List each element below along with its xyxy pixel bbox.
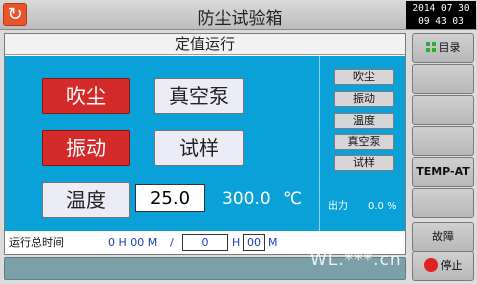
indicator-temperature: 温度 <box>334 113 394 129</box>
panel-title: 定值运行 <box>5 34 405 55</box>
runtime-label: 运行总时间 <box>9 236 64 249</box>
runtime-hours-unit: H <box>232 236 241 249</box>
temperature-button[interactable]: 温度 <box>42 182 130 218</box>
indicator-vibration: 振动 <box>334 91 394 107</box>
menu-button-label: 目录 <box>438 41 461 54</box>
refresh-icon: ↻ <box>7 4 23 25</box>
clock-date: 2014 07 30 <box>412 3 470 14</box>
side-button-blank-3[interactable] <box>412 126 474 156</box>
output-label: 出力 <box>328 201 348 212</box>
fault-button[interactable]: 故障 <box>412 222 474 252</box>
vacuum-pump-button[interactable]: 真空泵 <box>154 78 244 114</box>
menu-button[interactable]: 目录 <box>412 33 474 63</box>
temperature-current-value: 300.0 <box>222 189 271 209</box>
side-button-blank-1[interactable] <box>412 64 474 94</box>
runtime-hours-input[interactable]: 0 <box>182 234 228 251</box>
indicator-vacuum: 真空泵 <box>334 134 394 150</box>
clock: 2014 07 30 09 43 03 <box>406 1 476 29</box>
dust-blow-button[interactable]: 吹尘 <box>42 78 130 114</box>
output-value: 0.0 % <box>368 201 397 212</box>
side-button-blank-4[interactable] <box>412 188 474 218</box>
temp-at-button[interactable]: TEMP-AT <box>412 157 474 187</box>
stop-button[interactable]: 停止 <box>412 251 474 281</box>
indicator-sample: 试样 <box>334 155 394 171</box>
runtime-minutes-input[interactable]: 00 <box>243 234 265 251</box>
app-title: 防尘试验箱 <box>197 9 283 29</box>
divider <box>319 56 320 231</box>
watermark: WL.***.cn <box>310 250 402 270</box>
temperature-unit: ℃ <box>283 189 303 209</box>
side-button-blank-2[interactable] <box>412 95 474 125</box>
sample-button[interactable]: 试样 <box>154 130 244 166</box>
stop-button-label: 停止 <box>440 259 463 272</box>
runtime-elapsed: 0 H 00 M <box>108 236 158 249</box>
vibration-button[interactable]: 振动 <box>42 130 130 166</box>
stop-icon <box>423 258 438 272</box>
runtime-separator: / <box>170 236 174 249</box>
clock-time: 09 43 03 <box>418 16 464 27</box>
grid-icon <box>425 42 436 52</box>
temperature-setpoint-input[interactable]: 25.0 <box>135 184 205 212</box>
runtime-minutes-unit: M <box>268 236 278 249</box>
indicator-dust: 吹尘 <box>334 69 394 85</box>
home-button[interactable]: ↻ <box>3 3 27 26</box>
